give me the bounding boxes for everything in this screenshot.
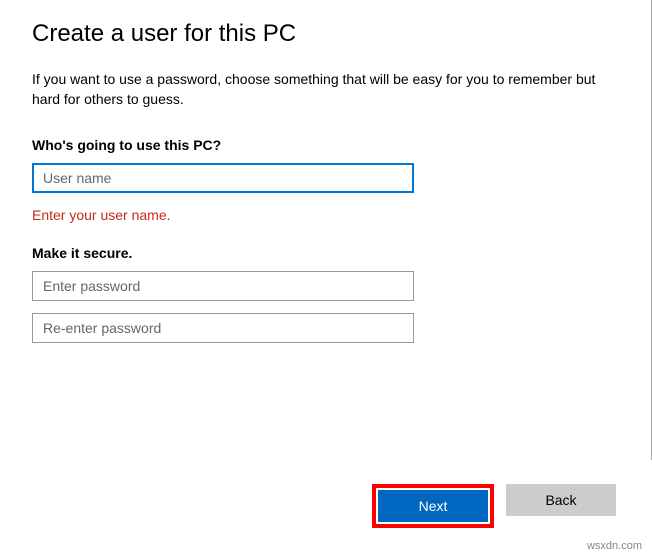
description-text: If you want to use a password, choose so… (32, 70, 619, 109)
username-error: Enter your user name. (32, 207, 619, 223)
back-button[interactable]: Back (506, 484, 616, 516)
password-input[interactable] (32, 271, 414, 301)
next-button-highlight: Next (372, 484, 494, 528)
confirm-password-input[interactable] (32, 313, 414, 343)
next-button[interactable]: Next (378, 490, 488, 522)
page-title: Create a user for this PC (32, 20, 619, 48)
username-input[interactable] (32, 163, 414, 193)
watermark-text: wsxdn.com (587, 540, 642, 552)
button-row: Next Back (372, 484, 616, 528)
password-label: Make it secure. (32, 245, 619, 261)
username-label: Who's going to use this PC? (32, 137, 619, 153)
dialog-content: Create a user for this PC If you want to… (0, 0, 652, 460)
